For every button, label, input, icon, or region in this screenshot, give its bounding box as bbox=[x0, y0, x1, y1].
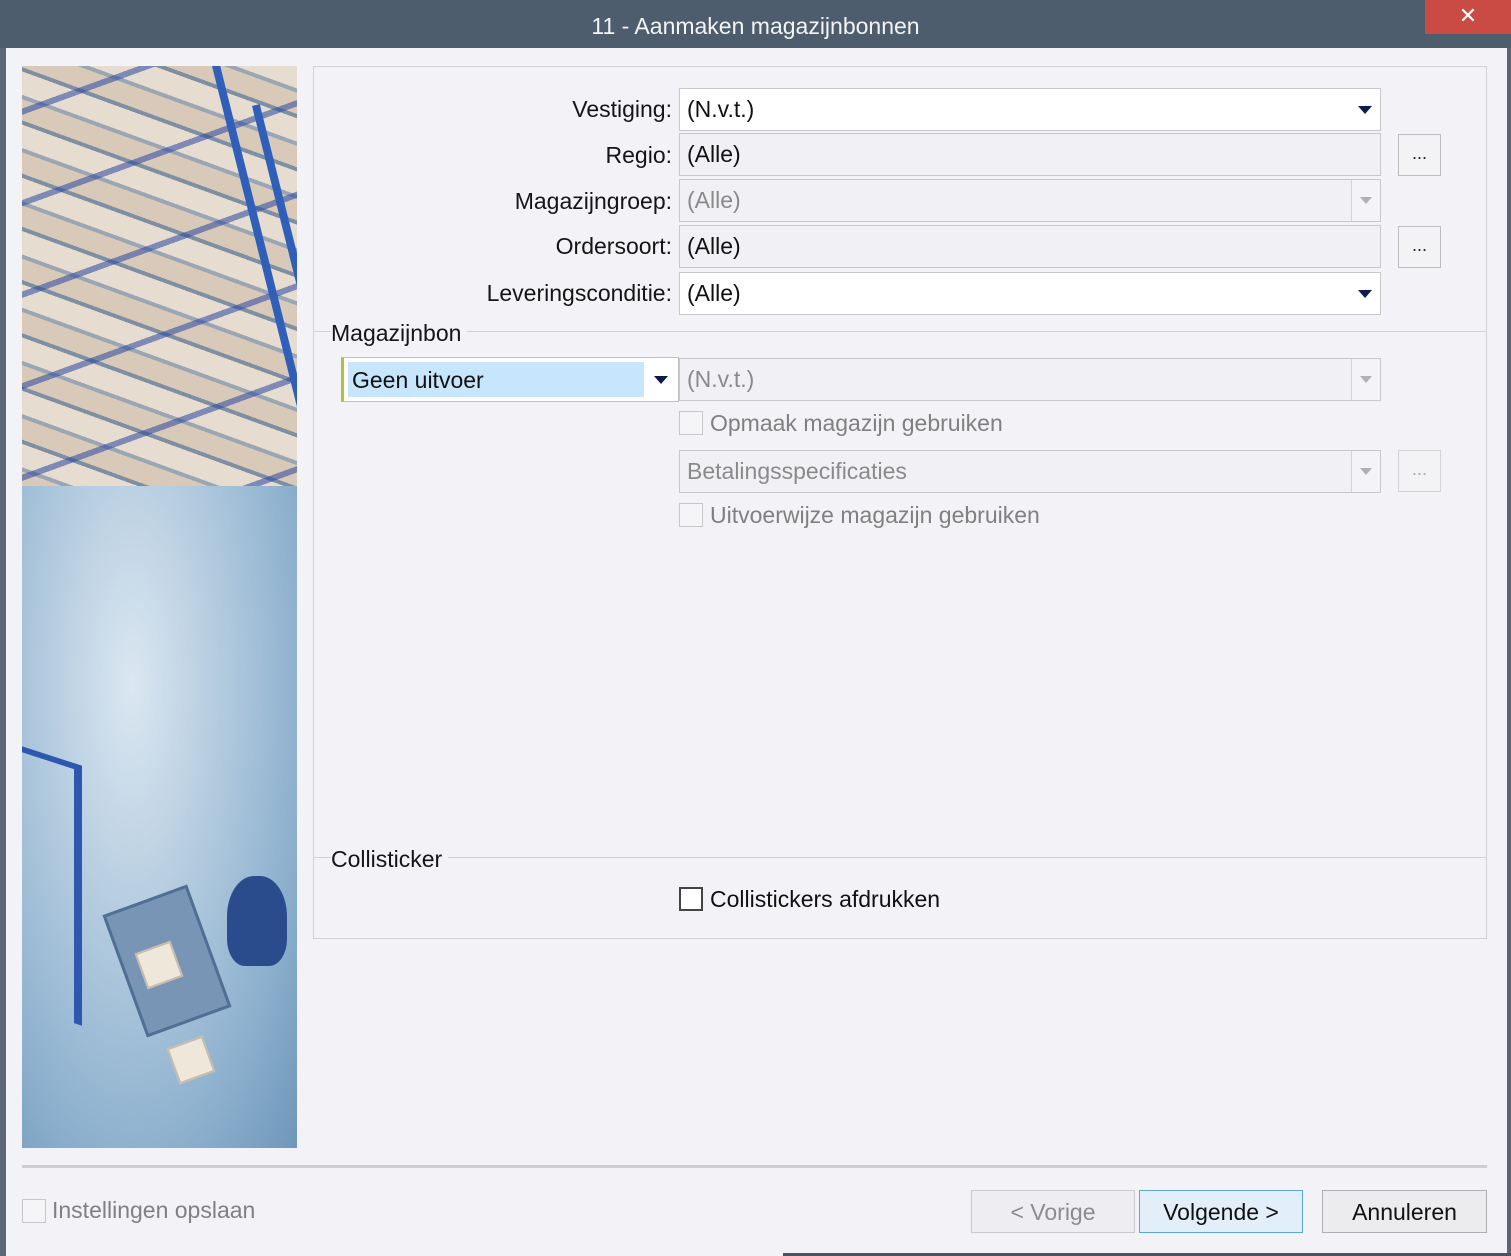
regio-value: (Alle) bbox=[687, 141, 741, 167]
ordersoort-browse-button[interactable]: ... bbox=[1398, 226, 1441, 268]
leveringsconditie-value: (Alle) bbox=[687, 280, 741, 306]
leveringsconditie-label: Leveringsconditie: bbox=[486, 280, 672, 306]
opmaak-magazijn-label: Opmaak magazijn gebruiken bbox=[710, 410, 1003, 436]
cancel-button[interactable]: Annuleren bbox=[1322, 1190, 1487, 1233]
chevron-down-icon bbox=[1358, 106, 1372, 114]
next-button[interactable]: Volgende > bbox=[1139, 1190, 1303, 1233]
chevron-down-icon bbox=[654, 376, 668, 384]
warehouse-worker bbox=[227, 876, 287, 966]
magazijngroep-dropdown[interactable]: (Alle) bbox=[679, 179, 1381, 222]
title-bar: 11 - Aanmaken magazijnbonnen ✕ bbox=[0, 0, 1511, 48]
uitvoer-dropdown[interactable]: Geen uitvoer bbox=[341, 357, 679, 402]
magazijnbon-group-line bbox=[314, 331, 1486, 332]
vestiging-dropdown[interactable]: (N.v.t.) bbox=[679, 88, 1381, 131]
ordersoort-value: (Alle) bbox=[687, 233, 741, 259]
opmaak-magazijn-checkbox[interactable] bbox=[679, 411, 703, 435]
footer-separator bbox=[22, 1165, 1487, 1168]
vestiging-value: (N.v.t.) bbox=[687, 96, 755, 122]
ordersoort-field[interactable]: (Alle) bbox=[679, 225, 1381, 268]
layout-browse-button[interactable]: ... bbox=[1398, 450, 1441, 492]
collistickers-afdrukken-checkbox[interactable] bbox=[679, 887, 703, 911]
printer-value: (N.v.t.) bbox=[687, 366, 755, 392]
printer-dropdown[interactable]: (N.v.t.) bbox=[679, 358, 1381, 401]
instellingen-opslaan-checkbox[interactable] bbox=[22, 1199, 46, 1223]
uitvoer-value: Geen uitvoer bbox=[348, 362, 644, 397]
magazijngroep-value: (Alle) bbox=[687, 187, 741, 213]
collistickers-afdrukken-label: Collistickers afdrukken bbox=[710, 886, 941, 912]
uitvoerwijze-magazijn-checkbox[interactable] bbox=[679, 503, 703, 527]
vestiging-label: Vestiging: bbox=[572, 96, 672, 122]
chevron-down-icon bbox=[1358, 290, 1372, 298]
regio-field[interactable]: (Alle) bbox=[679, 133, 1381, 176]
chevron-down-icon bbox=[1351, 180, 1380, 221]
close-button[interactable]: ✕ bbox=[1425, 0, 1511, 34]
regio-label: Regio: bbox=[605, 142, 672, 168]
chevron-down-icon bbox=[1351, 359, 1380, 400]
instellingen-opslaan-label: Instellingen opslaan bbox=[52, 1197, 256, 1223]
rack-low bbox=[22, 746, 82, 1026]
regio-browse-button[interactable]: ... bbox=[1398, 134, 1441, 176]
close-icon: ✕ bbox=[1458, 3, 1478, 28]
warehouse-shelves bbox=[22, 66, 297, 546]
window-border-right bbox=[1507, 48, 1511, 1256]
window-title: 11 - Aanmaken magazijnbonnen bbox=[591, 13, 920, 39]
previous-button[interactable]: < Vorige bbox=[971, 1190, 1135, 1233]
collisticker-group-line bbox=[314, 857, 1486, 858]
ordersoort-label: Ordersoort: bbox=[555, 233, 672, 259]
chevron-down-icon bbox=[1351, 451, 1380, 492]
layout-value: Betalingsspecificaties bbox=[687, 458, 907, 484]
layout-dropdown[interactable]: Betalingsspecificaties bbox=[679, 450, 1381, 493]
uitvoerwijze-magazijn-label: Uitvoerwijze magazijn gebruiken bbox=[710, 502, 1040, 528]
magazijnbon-group-title: Magazijnbon bbox=[331, 320, 468, 347]
magazijngroep-label: Magazijngroep: bbox=[514, 188, 672, 214]
warehouse-image bbox=[22, 66, 297, 1148]
leveringsconditie-dropdown[interactable]: (Alle) bbox=[679, 272, 1381, 315]
collisticker-group-title: Collisticker bbox=[331, 846, 449, 873]
